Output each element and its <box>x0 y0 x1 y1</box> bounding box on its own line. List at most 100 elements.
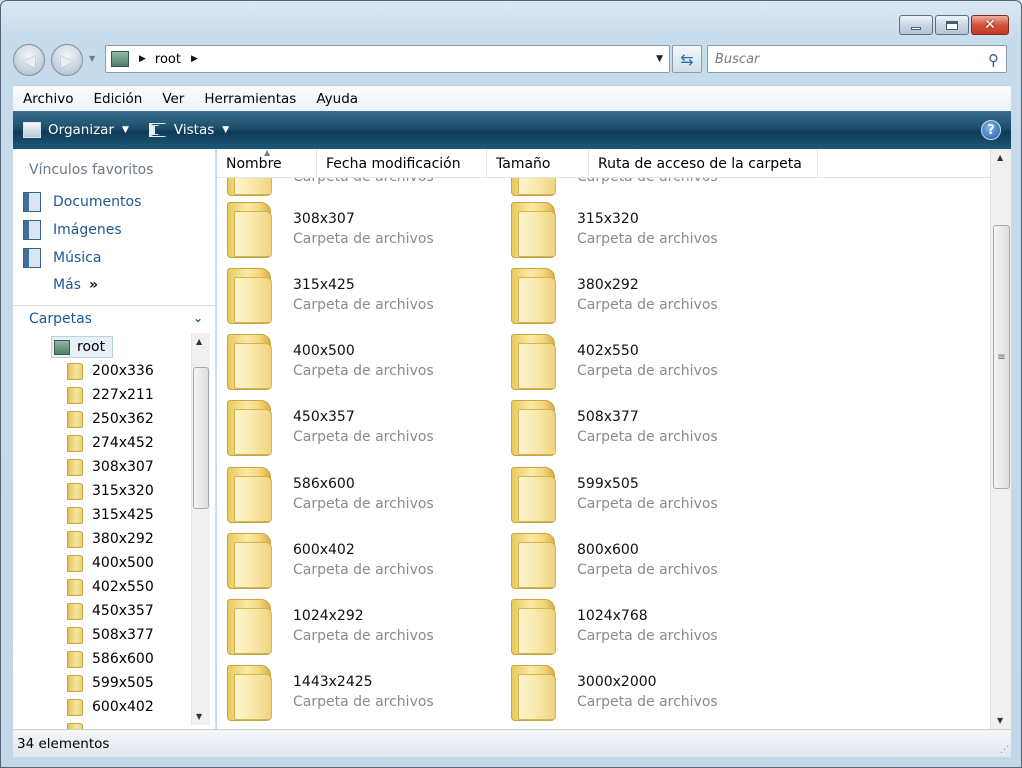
file-tile-partial[interactable]: Carpeta de archivos <box>217 178 487 200</box>
folder-icon <box>227 268 272 324</box>
column-label: Ruta de acceso de la carpeta <box>598 155 802 172</box>
favorite-pictures[interactable]: Imágenes <box>23 219 122 241</box>
tree-item[interactable]: 315x425 <box>67 504 154 526</box>
file-tile[interactable]: 315x425 Carpeta de archivos <box>217 268 487 328</box>
breadcrumb-separator-icon[interactable]: ▶ <box>139 54 146 64</box>
folders-header[interactable]: Carpetas <box>29 311 92 327</box>
close-button[interactable]: ✕ <box>971 15 1009 35</box>
views-icon <box>148 123 167 137</box>
scroll-up-icon[interactable]: ▲ <box>196 337 202 346</box>
menu-ver[interactable]: Ver <box>152 91 194 107</box>
tree-item[interactable]: 599x505 <box>67 672 154 694</box>
file-tile[interactable]: 800x600 Carpeta de archivos <box>501 533 771 593</box>
file-tile[interactable]: 450x357 Carpeta de archivos <box>217 400 487 460</box>
refresh-button[interactable]: ⇆ <box>672 45 702 73</box>
tree-item[interactable]: 402x550 <box>67 576 154 598</box>
column-folder-path[interactable]: Ruta de acceso de la carpeta <box>589 149 818 178</box>
menu-archivo[interactable]: Archivo <box>13 91 83 107</box>
recent-pages-dropdown-icon[interactable]: ▼ <box>89 54 95 63</box>
back-button[interactable]: ◀ <box>13 44 45 76</box>
file-type: Carpeta de archivos <box>577 363 718 379</box>
pane-divider <box>13 305 215 306</box>
menu-ayuda[interactable]: Ayuda <box>306 91 368 107</box>
address-bar[interactable]: ▶ root ▶ ▼ <box>105 45 670 73</box>
tree-item-root[interactable]: root <box>51 336 113 358</box>
favorite-music[interactable]: Música <box>23 247 101 269</box>
folder-icon <box>67 602 83 620</box>
views-button[interactable]: Vistas ▼ <box>139 122 239 138</box>
tree-item-label: 402x550 <box>92 579 154 595</box>
file-tile[interactable]: 1024x292 Carpeta de archivos <box>217 599 487 659</box>
file-type: Carpeta de archivos <box>293 297 434 313</box>
organize-button[interactable]: Organizar ▼ <box>13 122 139 138</box>
file-tile[interactable]: 1443x2425 Carpeta de archivos <box>217 665 487 725</box>
tree-item[interactable]: 250x362 <box>67 408 154 430</box>
search-input[interactable] <box>708 46 968 72</box>
tree-item[interactable]: 308x307 <box>67 456 154 478</box>
tree-item[interactable]: 227x211 <box>67 384 154 406</box>
tree-item[interactable]: 450x357 <box>67 600 154 622</box>
window-controls: ✕ <box>899 15 1009 35</box>
file-tile[interactable]: 380x292 Carpeta de archivos <box>501 268 771 328</box>
column-name[interactable]: ▲ Nombre <box>217 149 317 178</box>
menu-edicion[interactable]: Edición <box>83 91 152 107</box>
file-tile[interactable]: 1024x768 Carpeta de archivos <box>501 599 771 659</box>
folder-tree-scrollbar[interactable]: ▲ ▼ <box>191 333 210 725</box>
scrollbar-thumb[interactable] <box>193 367 209 509</box>
file-list-scrollbar[interactable]: ▲ ≡ ▼ <box>990 149 1011 729</box>
breadcrumb-chevron-icon[interactable]: ▶ <box>191 54 198 64</box>
file-tile[interactable]: 315x320 Carpeta de archivos <box>501 202 771 262</box>
tree-item-label: 274x452 <box>92 435 154 451</box>
minimize-button[interactable] <box>899 15 933 35</box>
more-links[interactable]: Más » <box>53 277 98 293</box>
scroll-down-icon[interactable]: ▼ <box>196 712 202 721</box>
tree-item[interactable]: 315x320 <box>67 480 154 502</box>
column-date-modified[interactable]: Fecha modificación <box>317 149 487 178</box>
tree-item-label: 508x377 <box>92 627 154 643</box>
file-tile[interactable]: 402x550 Carpeta de archivos <box>501 334 771 394</box>
scroll-down-icon[interactable]: ▼ <box>997 716 1003 725</box>
tree-item[interactable]: 200x336 <box>67 360 154 382</box>
file-type: Carpeta de archivos <box>577 178 718 185</box>
forward-button[interactable]: ▶ <box>51 44 83 76</box>
tree-item[interactable]: 600x402 <box>67 696 154 718</box>
file-tile[interactable]: 508x377 Carpeta de archivos <box>501 400 771 460</box>
file-tile[interactable]: 600x402 Carpeta de archivos <box>217 533 487 593</box>
folders-collapse-icon[interactable]: ⌄ <box>193 311 203 325</box>
file-name: 1024x292 <box>293 608 364 624</box>
favorite-documents[interactable]: Documentos <box>23 191 141 213</box>
scroll-up-icon[interactable]: ▲ <box>997 153 1003 162</box>
sort-ascending-icon: ▲ <box>264 149 271 157</box>
menu-herramientas[interactable]: Herramientas <box>194 91 306 107</box>
scrollbar-thumb[interactable]: ≡ <box>993 225 1010 489</box>
folder-icon <box>67 506 83 524</box>
tree-item[interactable]: 274x452 <box>67 432 154 454</box>
search-icon[interactable]: ⚲ <box>988 51 999 69</box>
folder-tree: root 200x336 227x211 250x362 274x452 308… <box>13 333 191 729</box>
file-tile[interactable]: 308x307 Carpeta de archivos <box>217 202 487 262</box>
folder-icon <box>227 334 272 390</box>
column-size[interactable]: Tamaño <box>487 149 589 178</box>
file-tile-partial[interactable]: Carpeta de archivos <box>501 178 771 200</box>
more-chevron-icon: » <box>88 277 98 293</box>
drive-folder-icon <box>111 51 129 67</box>
file-tile[interactable]: 3000x2000 Carpeta de archivos <box>501 665 771 725</box>
folder-icon <box>67 674 83 692</box>
tree-item[interactable]: 586x600 <box>67 648 154 670</box>
folder-icon <box>67 698 83 716</box>
address-dropdown-icon[interactable]: ▼ <box>656 54 663 64</box>
file-tile[interactable]: 599x505 Carpeta de archivos <box>501 467 771 527</box>
tree-item-partial[interactable] <box>67 720 92 729</box>
breadcrumb-root[interactable]: root <box>155 52 181 67</box>
views-dropdown-icon: ▼ <box>222 125 230 135</box>
tree-item[interactable]: 508x377 <box>67 624 154 646</box>
help-icon[interactable]: ? <box>981 120 1001 140</box>
resize-grip-icon[interactable]: ⋰ <box>1000 745 1009 755</box>
maximize-button[interactable] <box>935 15 969 35</box>
file-tile[interactable]: 400x500 Carpeta de archivos <box>217 334 487 394</box>
tree-item[interactable]: 380x292 <box>67 528 154 550</box>
grip-icon: ≡ <box>997 351 1006 363</box>
column-label: Fecha modificación <box>326 155 461 172</box>
tree-item[interactable]: 400x500 <box>67 552 154 574</box>
file-tile[interactable]: 586x600 Carpeta de archivos <box>217 467 487 527</box>
